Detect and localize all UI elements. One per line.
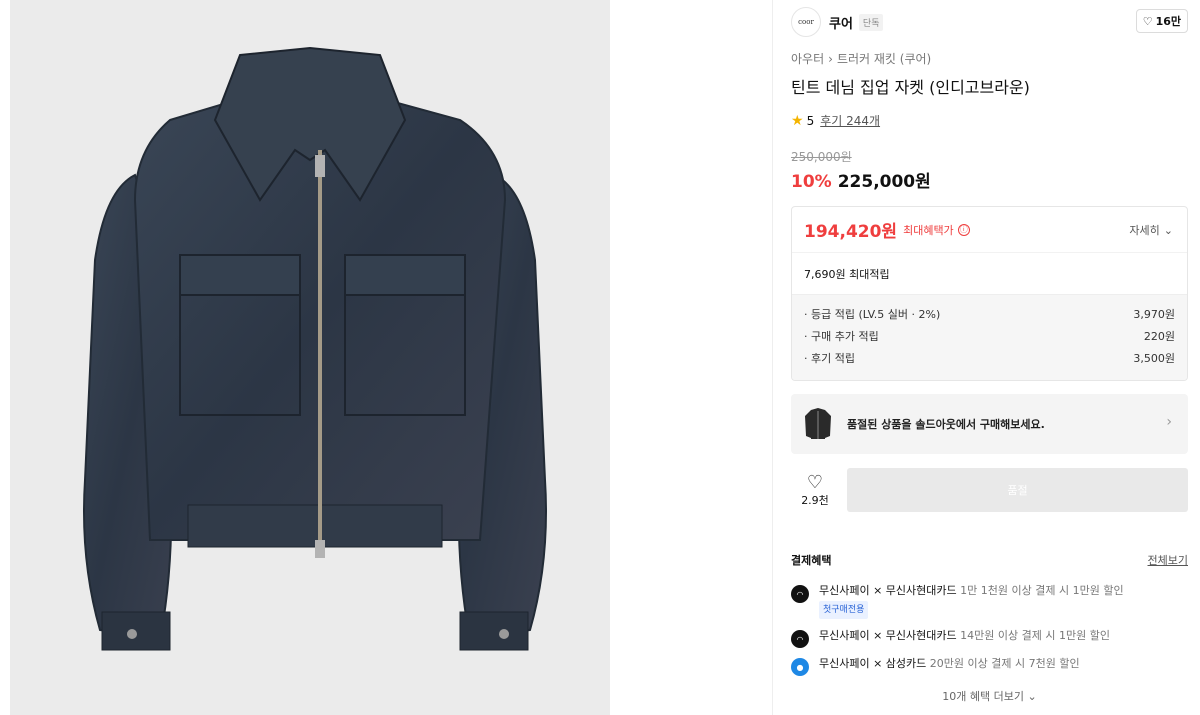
max-benefit-price: 194,420원: [804, 222, 898, 242]
product-title: 틴트 데님 집업 자켓 (인디고브라운): [791, 78, 1030, 97]
musinsa-card-icon: ◠: [791, 630, 809, 648]
card-name: 무신사페이 × 삼성카드: [819, 657, 927, 670]
payment-benefits-title: 결제혜택: [791, 554, 832, 567]
points-row: · 후기 적립 3,500원: [804, 347, 1175, 369]
benefit-desc: 14만원 이상 결제 시 1만원 할인: [960, 629, 1110, 642]
sale-price: 225,000원: [837, 172, 931, 192]
benefit-desc: 1만 1천원 이상 결제 시 1만원 할인: [960, 584, 1124, 597]
points-value: 3,970원: [1133, 308, 1175, 321]
rating-score: 5: [806, 113, 815, 128]
discount-rate: 10%: [791, 172, 832, 192]
star-icon: ★: [791, 112, 804, 129]
points-value: 220원: [1143, 330, 1175, 343]
review-link[interactable]: 후기 244개: [820, 112, 880, 129]
payment-benefit-item[interactable]: ◠ 무신사페이 × 무신사현대카드 14만원 이상 결제 시 1만원 할인: [791, 628, 1188, 648]
max-benefit-box: 194,420원 최대혜택가 ⓘ 자세히 ⌄ 7,690원 최대적립 · 등급 …: [791, 206, 1188, 381]
max-benefit-label: 최대혜택가: [903, 223, 954, 237]
card-name: 무신사페이 × 무신사현대카드: [819, 584, 957, 597]
points-label: · 구매 추가 적립: [804, 330, 879, 343]
points-label: · 등급 적립 (LV.5 실버 · 2%): [804, 308, 941, 321]
rating-row: ★ 5 후기 244개: [791, 112, 880, 129]
brand-name[interactable]: 쿠어: [829, 13, 853, 32]
chevron-right-icon: ›: [1166, 414, 1172, 430]
detail-toggle-button[interactable]: 자세히 ⌄: [1129, 222, 1173, 238]
price-row: 10% 225,000원: [791, 167, 931, 192]
payment-benefit-item[interactable]: ◠ 무신사페이 × 무신사현대카드 1만 1천원 이상 결제 시 1만원 할인 …: [791, 583, 1188, 619]
heart-icon: ♡: [806, 471, 824, 493]
first-purchase-tag: 첫구매전용: [819, 601, 869, 619]
detail-label: 자세히: [1129, 224, 1160, 237]
points-breakdown: · 등급 적립 (LV.5 실버 · 2%) 3,970원 · 구매 추가 적립…: [792, 294, 1187, 380]
points-label: · 후기 적립: [804, 352, 855, 365]
points-total: 7,690원 최대적립: [792, 252, 1187, 294]
benefit-desc: 20만원 이상 결제 시 7천원 할인: [929, 657, 1080, 670]
original-price: 250,000원: [791, 150, 852, 164]
exclusive-badge: 단독: [858, 13, 884, 31]
soldout-text: 품절된 상품을 솔드아웃에서 구매해보세요.: [847, 418, 1045, 431]
wishlist-count: 2.9천: [801, 493, 829, 507]
card-name: 무신사페이 × 무신사현대카드: [819, 629, 957, 642]
points-row: · 등급 적립 (LV.5 실버 · 2%) 3,970원: [804, 303, 1175, 325]
denim-jacket-illustration: [83, 46, 547, 651]
info-icon[interactable]: ⓘ: [957, 223, 970, 236]
buy-button-disabled[interactable]: 품절: [847, 468, 1188, 512]
more-benefits-link[interactable]: 10개 혜택 더보기 ⌄: [791, 688, 1188, 704]
jacket-thumbnail-icon: [805, 408, 831, 439]
musinsa-card-icon: ◠: [791, 585, 809, 603]
wishlist-button[interactable]: ♡ 2.9천: [791, 468, 839, 513]
heart-icon: ♡: [1142, 14, 1153, 28]
product-image[interactable]: [10, 0, 610, 715]
soldout-banner[interactable]: 품절된 상품을 솔드아웃에서 구매해보세요. ›: [791, 394, 1188, 454]
view-all-link[interactable]: 전체보기: [1148, 552, 1188, 568]
points-row: · 구매 추가 적립 220원: [804, 325, 1175, 347]
chevron-right-icon: ›: [828, 51, 833, 66]
product-info-panel: coor 쿠어 단독 ♡ 16만 아우터 › 트러커 재킷 (쿠어) 틴트 데님…: [772, 0, 1200, 715]
purchase-actions: ♡ 2.9천 품절: [791, 468, 1188, 513]
payment-benefit-item[interactable]: ● 무신사페이 × 삼성카드 20만원 이상 결제 시 7천원 할인: [791, 656, 1188, 676]
points-value: 3,500원: [1133, 352, 1175, 365]
brand-like-button[interactable]: ♡ 16만: [1135, 9, 1188, 33]
payment-benefits-header: 결제혜택 전체보기: [791, 552, 1188, 568]
brand-logo[interactable]: coor: [791, 7, 821, 37]
breadcrumb-level2[interactable]: 트러커 재킷 (쿠어): [837, 50, 931, 67]
breadcrumb: 아우터 › 트러커 재킷 (쿠어): [791, 50, 931, 67]
breadcrumb-level1[interactable]: 아우터: [791, 50, 824, 67]
brand-like-count: 16만: [1155, 15, 1181, 28]
chevron-down-icon: ⌄: [1163, 223, 1173, 237]
samsung-card-icon: ●: [791, 658, 809, 676]
brand-row: coor 쿠어 단독 ♡ 16만: [791, 6, 1188, 38]
